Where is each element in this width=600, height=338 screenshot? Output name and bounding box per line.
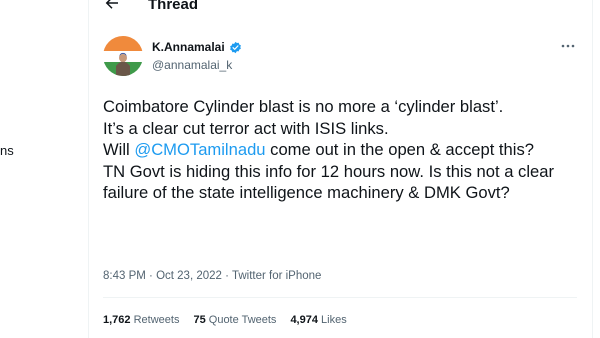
- left-navigation: ns: [0, 0, 88, 338]
- tweet-meta: 8:43 PM · Oct 23, 2022 · Twitter for iPh…: [103, 270, 321, 282]
- tweet-text-segment: Will: [103, 140, 135, 159]
- thread-header: Thread: [89, 0, 592, 18]
- verified-badge-icon: [229, 41, 241, 53]
- tweet-time[interactable]: 8:43 PM: [103, 270, 146, 282]
- author-handle[interactable]: @annamalai_k: [152, 58, 232, 72]
- page-title: Thread: [148, 0, 199, 13]
- tweet-text-segment: come out in the open & accept this?: [265, 140, 534, 159]
- divider: [103, 297, 577, 298]
- tweet-text: Coimbatore Cylinder blast is no more a ‘…: [103, 96, 589, 204]
- meta-separator: ·: [221, 270, 232, 282]
- back-arrow-icon[interactable]: [103, 0, 121, 12]
- quote-tweets-stat[interactable]: 75 Quote Tweets: [193, 314, 276, 326]
- twitter-thread-page: ns Thread K.Annamalai @annamalai_k Coimb…: [0, 0, 600, 338]
- mention-link[interactable]: @CMOTamilnadu: [134, 140, 265, 159]
- quote-tweets-count: 75: [193, 314, 206, 326]
- tweet-stats: 1,762 Retweets 75 Quote Tweets 4,974 Lik…: [103, 314, 347, 326]
- more-options-icon[interactable]: [560, 40, 576, 52]
- retweets-count: 1,762: [103, 314, 131, 326]
- likes-count: 4,974: [290, 314, 318, 326]
- likes-stat[interactable]: 4,974 Likes: [290, 314, 346, 326]
- left-nav-fragment[interactable]: ns: [0, 143, 14, 158]
- column-divider-right: [592, 0, 593, 338]
- likes-label: Likes: [321, 314, 347, 326]
- author-display-name[interactable]: K.Annamalai: [152, 40, 225, 54]
- retweets-stat[interactable]: 1,762 Retweets: [103, 314, 179, 326]
- tweet-text-line: Will @CMOTamilnadu come out in the open …: [103, 139, 589, 161]
- tweet-text-line: It’s a clear cut terror act with ISIS li…: [103, 118, 389, 138]
- tweet-source[interactable]: Twitter for iPhone: [232, 270, 321, 282]
- retweets-label: Retweets: [133, 314, 180, 326]
- tweet-date[interactable]: Oct 23, 2022: [156, 270, 222, 282]
- tweet-text-line: TN Govt is hiding this info for 12 hours…: [103, 161, 555, 203]
- tweet-text-line: Coimbatore Cylinder blast is no more a ‘…: [103, 97, 504, 116]
- author-name-row: K.Annamalai: [152, 40, 242, 54]
- column-divider-left: [88, 0, 89, 338]
- quote-tweets-label: Quote Tweets: [208, 314, 277, 326]
- author-avatar[interactable]: [103, 36, 143, 76]
- meta-separator: ·: [145, 270, 157, 282]
